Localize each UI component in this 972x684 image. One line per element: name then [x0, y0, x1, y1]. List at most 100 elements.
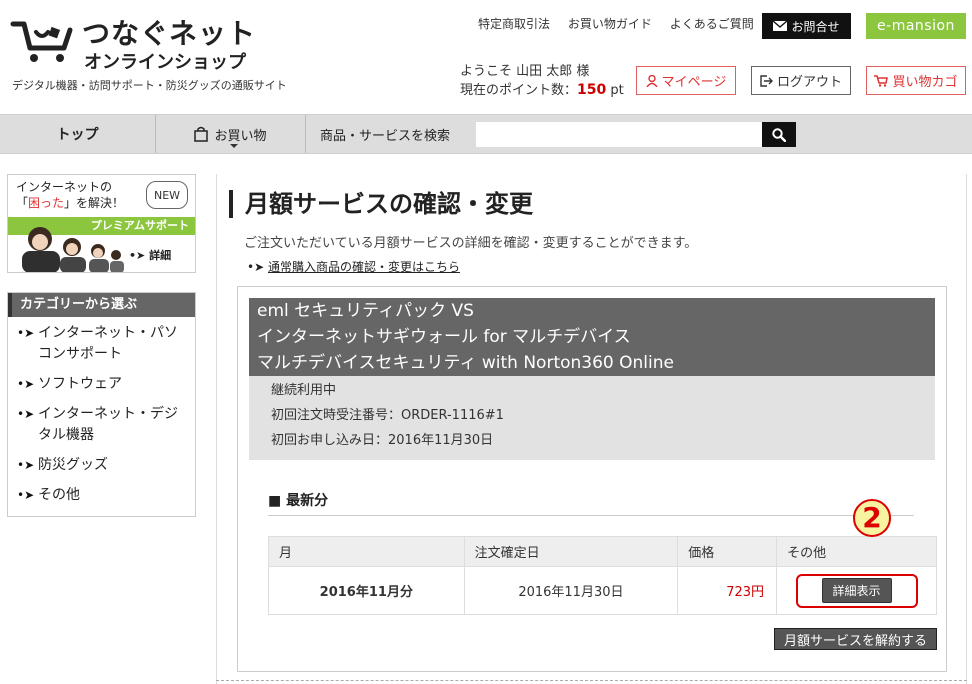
service-name-line: マルチデバイスセキュリティ with Norton360 Online [257, 353, 674, 373]
nav-shopping-label: お買い物 [214, 128, 267, 144]
promo-text: インターネットの 「困った」を解決！ [16, 179, 124, 211]
service-order-number: 初回注文時受注番号：ORDER-1116#1 [271, 408, 504, 423]
service-name-line: eml セキュリティパック VS [257, 301, 474, 321]
service-panel: eml セキュリティパック VS インターネットサギウォール for マルチデバ… [237, 286, 947, 672]
contact-button[interactable]: お問合せ [762, 13, 851, 39]
cell-price: 723円 [677, 566, 778, 615]
page-description: ご注文いただいている月額サービスの詳細を確認・変更することができます。 [244, 236, 698, 251]
promo-detail-link[interactable]: •➤ 詳細 [129, 247, 171, 263]
site-header: つなぐネット オンラインショップ デジタル機器・訪問サポート・防災グッズの通販サ… [0, 0, 972, 114]
logout-icon [760, 74, 773, 87]
link-shopping-guide[interactable]: お買い物ガイド [568, 17, 652, 31]
cart-icon [874, 74, 889, 87]
col-header-month: 月 [268, 536, 465, 567]
cell-other: 詳細表示 [776, 566, 937, 615]
points-label: 現在のポイント数： [460, 83, 578, 98]
cell-order-date: 2016年11月30日 [463, 566, 679, 615]
cart-button[interactable]: 買い物カゴ [866, 66, 966, 95]
chevron-down-icon [230, 144, 238, 148]
promo-line2: 「困った」を解決！ [16, 195, 124, 211]
billing-table: 月 注文確定日 価格 その他 2016年11月分 2016年11月30日 723… [268, 536, 937, 615]
category-item-software[interactable]: •➤ ソフトウェア [8, 374, 195, 395]
logout-label: ログアウト [776, 75, 842, 90]
link-tokushoho[interactable]: 特定商取引法 [478, 17, 550, 31]
category-item-disaster-goods[interactable]: •➤ 防災グッズ [8, 455, 195, 476]
category-label: ソフトウェア [38, 376, 122, 392]
service-name-header: eml セキュリティパック VS インターネットサギウォール for マルチデバ… [249, 298, 935, 376]
col-header-order-date: 注文確定日 [463, 536, 679, 567]
service-status: 継続利用中 [271, 383, 337, 398]
service-info: 継続利用中 初回注文時受注番号：ORDER-1116#1 初回お申し込み日：20… [249, 376, 935, 460]
search-input[interactable] [476, 122, 762, 147]
points-unit: pt [610, 83, 624, 98]
cart-logo-icon[interactable] [10, 18, 74, 64]
cell-month: 2016年11月分 [268, 566, 465, 615]
category-list: •➤ インターネット・パソコンサポート •➤ ソフトウェア •➤ インターネット・デジ… [8, 317, 195, 506]
divider [268, 515, 914, 516]
col-header-price: 価格 [677, 536, 778, 567]
search-label: 商品・サービスを検索 [320, 128, 451, 144]
nav-top[interactable]: トップ [0, 115, 156, 153]
search-button[interactable] [762, 122, 796, 147]
logo-subtitle[interactable]: オンラインショップ [84, 48, 246, 74]
latest-heading: ■ 最新分 [268, 493, 329, 509]
cancel-subscription-button[interactable]: 月額サービスを解約する [774, 628, 937, 650]
emansion-button[interactable]: e-mansion [866, 13, 966, 39]
arrow-icon: •➤ [17, 407, 35, 421]
logout-button[interactable]: ログアウト [751, 66, 851, 95]
category-menu: カテゴリーから選ぶ •➤ インターネット・パソコンサポート •➤ ソフトウェア •➤… [7, 292, 196, 517]
table-header-row: 月 注文確定日 価格 その他 [268, 536, 937, 567]
arrow-icon: •➤ [247, 260, 268, 274]
highlight-outline: 詳細表示 [795, 573, 918, 608]
arrow-icon: •➤ [17, 458, 35, 472]
regular-orders-link[interactable]: •➤ 通常購入商品の確認・変更はこちら [247, 258, 460, 275]
link-faq[interactable]: よくあるご質問 [670, 17, 754, 31]
footer-divider [216, 680, 967, 681]
category-label: インターネット・デジタル機器 [38, 406, 178, 443]
arrow-icon: •➤ [17, 488, 35, 502]
promo-line1: インターネットの [16, 180, 113, 194]
support-staff-image [22, 227, 124, 272]
mail-icon [773, 21, 788, 31]
category-label: その他 [38, 487, 80, 503]
top-links: 特定商取引法 お買い物ガイド よくあるご質問 [478, 15, 768, 32]
regular-orders-link-label: 通常購入商品の確認・変更はこちら [267, 260, 460, 274]
global-nav: トップ お買い物 商品・サービスを検索 [0, 114, 972, 154]
category-item-internet-pc-support[interactable]: •➤ インターネット・パソコンサポート [8, 323, 195, 365]
mypage-button[interactable]: マイページ [636, 66, 736, 95]
main-content: 月額サービスの確認・変更 ご注文いただいている月額サービスの詳細を確認・変更する… [216, 174, 967, 684]
category-label: インターネット・パソコンサポート [38, 325, 178, 362]
points-value: 150 [577, 82, 607, 98]
contact-label: お問合せ [791, 19, 840, 34]
service-name-line: インターネットサギウォール for マルチデバイス [257, 327, 631, 347]
arrow-icon: •➤ [17, 326, 35, 340]
search-icon [772, 127, 786, 142]
detail-view-button[interactable]: 詳細表示 [821, 578, 892, 603]
premium-support-banner[interactable]: インターネットの 「困った」を解決！ NEW プレミアムサポート •➤ 詳細 [7, 174, 196, 273]
welcome-text: ようこそ 山田 太郎 様 [460, 64, 590, 79]
col-header-other: その他 [776, 536, 937, 567]
page-title: 月額サービスの確認・変更 [229, 190, 533, 218]
category-item-other[interactable]: •➤ その他 [8, 485, 195, 506]
latest-heading-label: 最新分 [286, 493, 329, 509]
site-tagline: デジタル機器・訪問サポート・防災グッズの通販サイト [12, 79, 287, 92]
mypage-label: マイページ [661, 75, 727, 90]
promo-detail-label: 詳細 [149, 249, 172, 262]
shopping-bag-icon [194, 126, 209, 142]
nav-shopping[interactable]: お買い物 [156, 115, 306, 153]
logo-title[interactable]: つなぐネット [82, 12, 256, 52]
promo-line2-rest: 」を解決！ [64, 196, 125, 210]
new-badge: NEW [146, 181, 188, 209]
user-icon [646, 74, 658, 87]
promo-highlight: 困った [28, 196, 65, 210]
cart-label: 買い物カゴ [892, 75, 958, 90]
promo-bracket-open: 「 [16, 196, 29, 210]
welcome-box: ようこそ 山田 太郎 様 現在のポイント数：150 pt [460, 62, 624, 100]
category-item-digital-devices[interactable]: •➤ インターネット・デジタル機器 [8, 404, 195, 446]
category-label: 防災グッズ [38, 457, 108, 473]
points-line: 現在のポイント数：150 pt [460, 81, 624, 100]
arrow-icon: •➤ [17, 377, 35, 391]
table-row: 2016年11月分 2016年11月30日 723円 詳細表示 [268, 566, 937, 615]
step-number-badge: 2 [853, 499, 891, 537]
category-heading: カテゴリーから選ぶ [8, 293, 195, 317]
